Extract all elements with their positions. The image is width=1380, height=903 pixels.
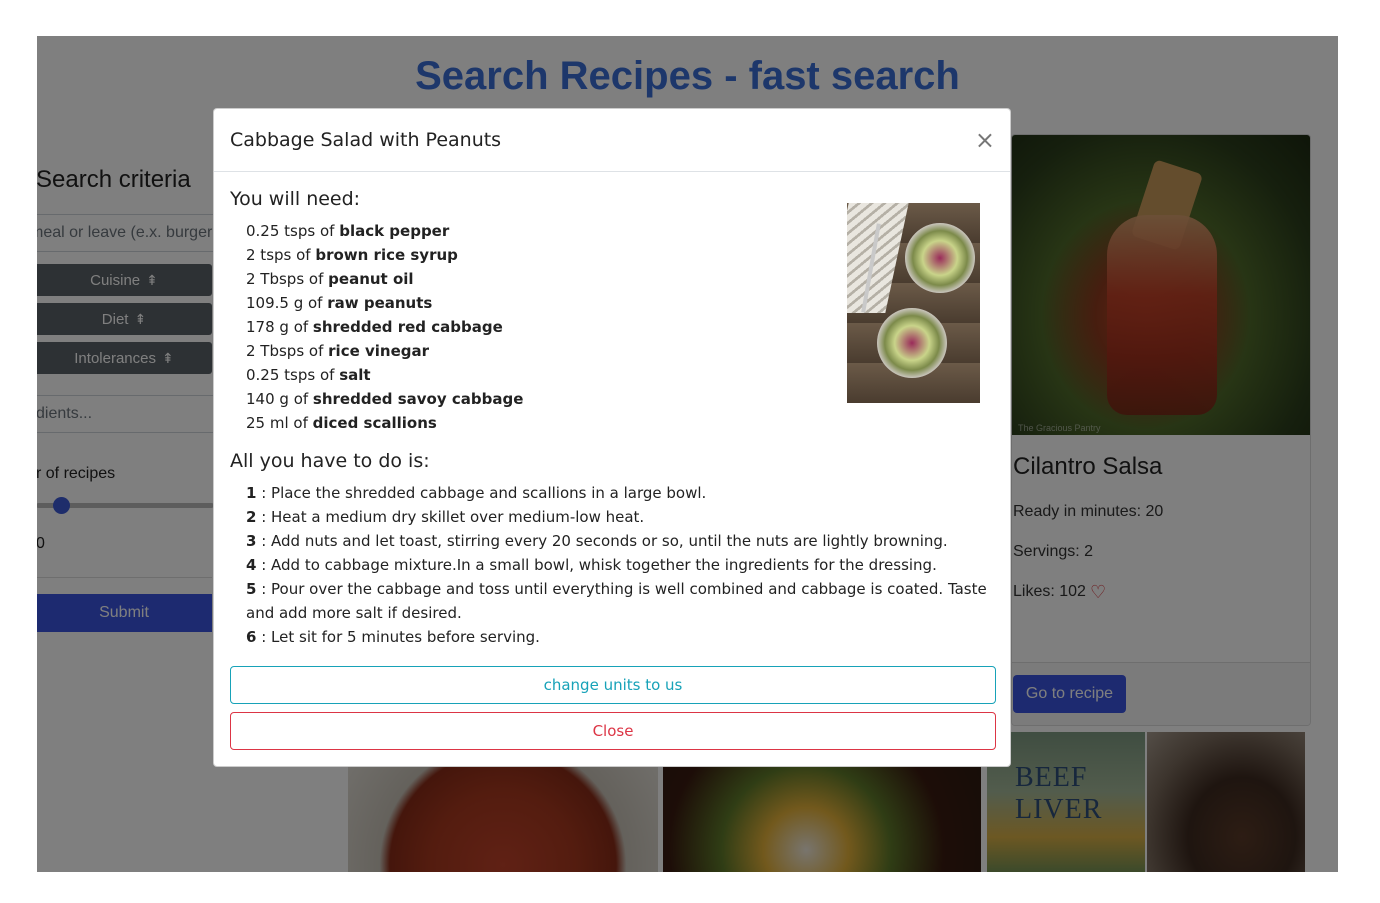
step-item: 3 : Add nuts and let toast, stirring eve… (246, 529, 994, 553)
modal-body: You will need: 0.25 tsps of black pepper… (214, 172, 1010, 750)
ingredient-name: rice vinegar (328, 342, 430, 360)
step-text: : Place the shredded cabbage and scallio… (256, 484, 707, 502)
ingredient-amount: 2 Tbsps of (246, 342, 329, 360)
ingredient-amount: 0.25 tsps of (246, 366, 340, 384)
step-text: : Add nuts and let toast, stirring every… (256, 532, 948, 550)
step-item: 5 : Pour over the cabbage and toss until… (246, 577, 994, 625)
ingredient-name: black pepper (339, 222, 450, 240)
step-text: : Pour over the cabbage and toss until e… (246, 580, 987, 622)
step-item: 1 : Place the shredded cabbage and scall… (246, 481, 994, 505)
step-number: 4 (246, 556, 257, 574)
ingredient-amount: 2 tsps of (246, 246, 316, 264)
step-text: : Let sit for 5 minutes before serving. (256, 628, 540, 646)
step-number: 5 (246, 580, 257, 598)
ingredient-amount: 178 g of (246, 318, 313, 336)
ingredient-name: shredded savoy cabbage (312, 390, 524, 408)
close-button[interactable]: Close (230, 712, 996, 750)
ingredient-amount: 2 Tbsps of (246, 270, 329, 288)
step-item: 2 : Heat a medium dry skillet over mediu… (246, 505, 994, 529)
step-text: : Add to cabbage mixture.In a small bowl… (256, 556, 937, 574)
step-number: 1 (246, 484, 257, 502)
ingredient-name: diced scallions (312, 414, 437, 432)
ingredient-amount: 140 g of (246, 390, 313, 408)
ingredient-amount: 109.5 g of (246, 294, 328, 312)
ingredient-amount: 0.25 tsps of (246, 222, 340, 240)
step-number: 2 (246, 508, 257, 526)
step-text: : Heat a medium dry skillet over medium-… (256, 508, 645, 526)
close-icon[interactable]: × (975, 128, 995, 152)
step-number: 3 (246, 532, 257, 550)
ingredient-item: 25 ml of diced scallions (246, 411, 994, 435)
step-item: 4 : Add to cabbage mixture.In a small bo… (246, 553, 994, 577)
ingredient-name: shredded red cabbage (312, 318, 503, 336)
ingredient-name: peanut oil (328, 270, 414, 288)
salad-bowl (905, 223, 975, 293)
ingredient-name: salt (339, 366, 371, 384)
recipe-modal: Cabbage Salad with Peanuts × You will ne… (213, 108, 1011, 767)
ingredient-name: raw peanuts (327, 294, 433, 312)
step-list: 1 : Place the shredded cabbage and scall… (230, 481, 994, 649)
steps-heading: All you have to do is: (230, 450, 430, 472)
salad-bowl (877, 308, 947, 378)
recipe-thumbnail (847, 203, 980, 403)
modal-title: Cabbage Salad with Peanuts (230, 129, 502, 151)
step-number: 6 (246, 628, 257, 646)
ingredient-amount: 25 ml of (246, 414, 313, 432)
modal-header: Cabbage Salad with Peanuts × (214, 109, 1010, 172)
ingredient-name: brown rice syrup (315, 246, 458, 264)
step-item: 6 : Let sit for 5 minutes before serving… (246, 625, 994, 649)
change-units-button[interactable]: change units to us (230, 666, 996, 704)
